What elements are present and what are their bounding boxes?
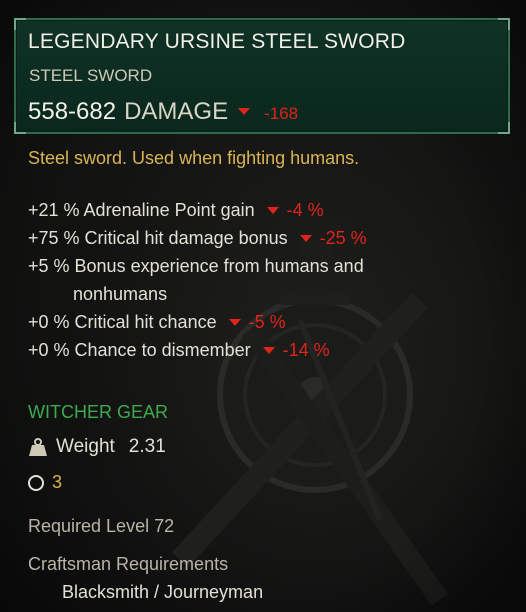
craftsman-requirements-value: Blacksmith / Journeyman [62, 582, 264, 602]
required-level: Required Level 72 [28, 516, 175, 536]
header-corner [14, 18, 26, 30]
gear-set-label: WITCHER GEAR [28, 402, 169, 422]
stat-row: +0 % Critical hit chance -5 % [28, 308, 498, 336]
item-type: STEEL SWORD [29, 66, 153, 85]
header-corner [498, 122, 510, 134]
triangle-down-icon [262, 346, 275, 354]
stat-text: +75 % Critical hit damage bonus [28, 228, 288, 248]
stat-row: +5 % Bonus experience from humans and no… [28, 252, 498, 308]
stat-delta: -14 % [282, 340, 330, 360]
stat-delta: -4 % [286, 200, 324, 220]
weight-value: 2.31 [128, 436, 166, 457]
triangle-down-icon [238, 108, 251, 115]
weight-label: Weight [56, 436, 115, 457]
slot-row: 3 [28, 472, 62, 493]
header-corner [498, 18, 510, 30]
weight-row: Weight 2.31 [28, 436, 166, 458]
triangle-down-icon [299, 234, 312, 242]
weight-icon [29, 438, 47, 456]
stat-row: +0 % Chance to dismember -14 % [28, 336, 498, 364]
item-tooltip: LEGENDARY URSINE STEEL SWORD STEEL SWORD… [0, 0, 526, 612]
damage-value: 558-682 [28, 98, 117, 125]
stat-delta: -25 % [319, 228, 367, 248]
circle-slot-icon [28, 474, 44, 491]
stat-row: +21 % Adrenaline Point gain -4 % [28, 196, 498, 224]
stat-text: +5 % Bonus experience from humans and [28, 256, 364, 276]
stat-text: +0 % Chance to dismember [28, 340, 251, 360]
stat-text: +0 % Critical hit chance [28, 312, 217, 332]
item-description: Steel sword. Used when fighting humans. [28, 148, 360, 168]
header-corner [14, 122, 26, 134]
stat-text-continued: nonhumans [73, 284, 168, 304]
triangle-down-icon [228, 318, 241, 326]
stat-list: +21 % Adrenaline Point gain -4 % +75 % C… [28, 196, 498, 364]
item-header: LEGENDARY URSINE STEEL SWORD STEEL SWORD… [14, 18, 510, 134]
damage-label: DAMAGE [124, 98, 229, 125]
item-name: LEGENDARY URSINE STEEL SWORD [28, 30, 406, 53]
stat-text: +21 % Adrenaline Point gain [28, 200, 255, 220]
damage-row: 558-682 DAMAGE -168 [28, 98, 298, 126]
slot-count: 3 [52, 472, 63, 492]
stat-row: +75 % Critical hit damage bonus -25 % [28, 224, 498, 252]
stat-delta: -5 % [248, 312, 286, 332]
triangle-down-icon [266, 206, 279, 214]
damage-delta: -168 [264, 104, 299, 123]
craftsman-requirements-title: Craftsman Requirements [28, 554, 229, 574]
